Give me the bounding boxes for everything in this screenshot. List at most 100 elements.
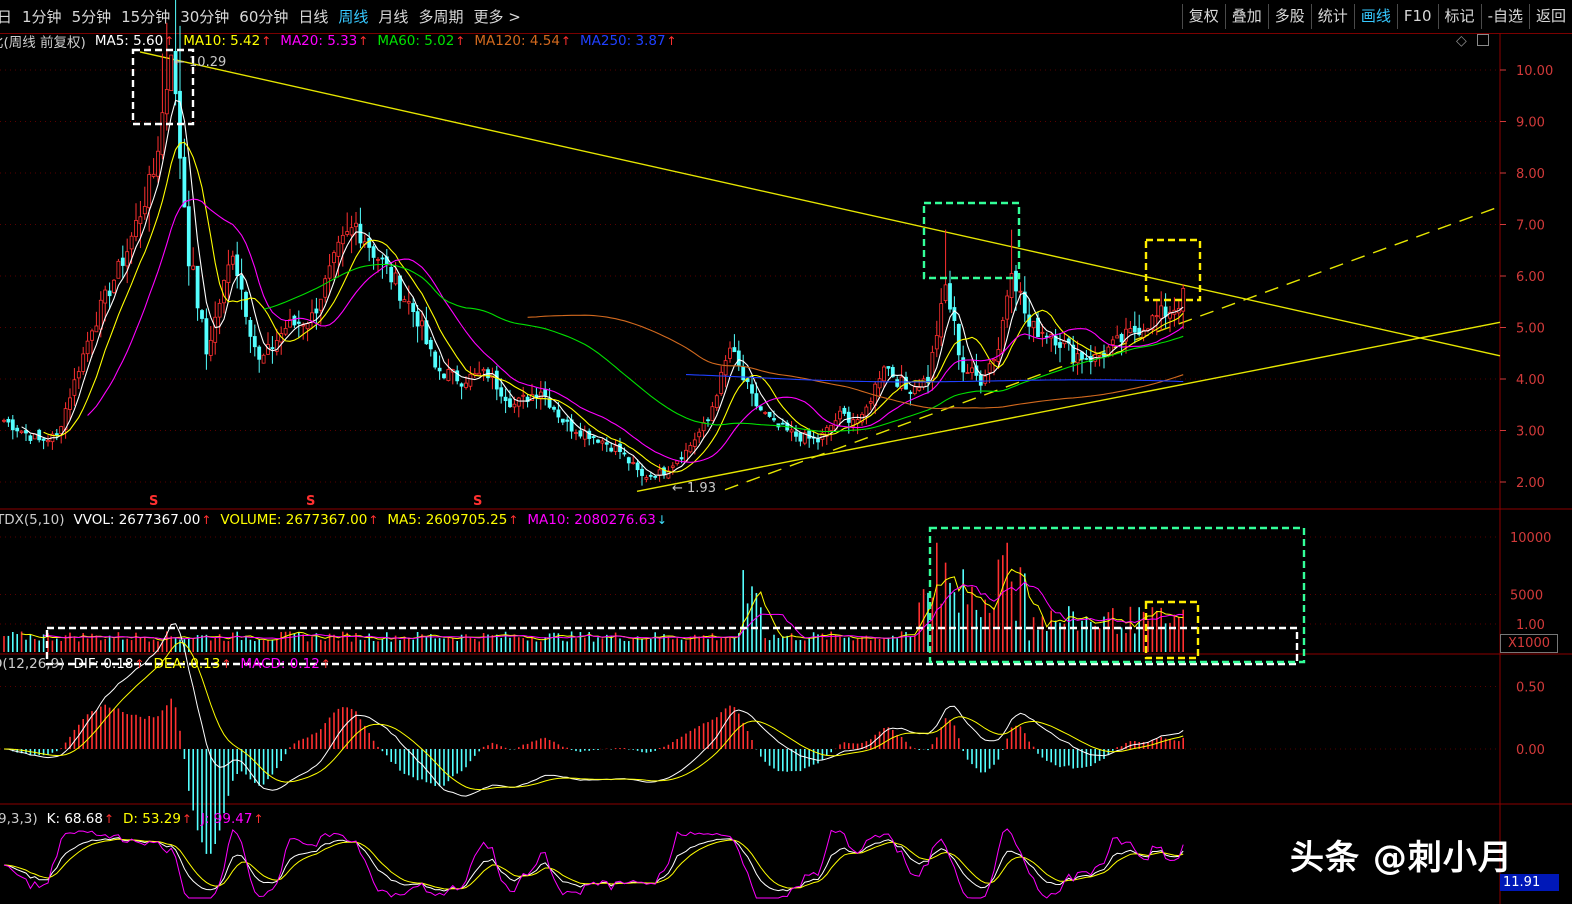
- candle-body: [754, 393, 759, 407]
- candle-body: [358, 223, 363, 244]
- candle-body: [296, 321, 301, 324]
- candle-body: [164, 89, 169, 115]
- candle-body: [323, 278, 328, 298]
- candle-body: [332, 252, 336, 264]
- candle-body: [336, 241, 341, 257]
- candle-body: [6, 418, 11, 423]
- candle-body: [204, 318, 209, 355]
- volume-legend-item-0: TDX(5,10): [0, 512, 65, 528]
- price-tick-label-6: 4.00: [1516, 373, 1545, 388]
- candle-body: [292, 315, 297, 326]
- candle-body: [895, 379, 900, 387]
- candle-body: [609, 447, 614, 452]
- candle-body: [1115, 335, 1120, 339]
- trend-arrow-icon: ↑: [455, 34, 466, 48]
- candle-body: [252, 336, 257, 348]
- candle-body: [697, 431, 702, 438]
- candle-body: [428, 339, 433, 350]
- price-tick-label-1: 9.00: [1516, 116, 1545, 131]
- candle-body: [1036, 317, 1040, 338]
- candle-body: [402, 299, 407, 303]
- price-legend-item-1: MA10: 5.42↑: [183, 33, 272, 49]
- window-icon[interactable]: [1477, 34, 1490, 46]
- candle-body: [560, 418, 565, 423]
- candle-body: [446, 369, 451, 381]
- candle-body: [1000, 320, 1005, 353]
- trend-arrow-icon: ↑: [368, 513, 379, 527]
- candle-body: [398, 275, 402, 301]
- candle-body: [772, 418, 776, 421]
- candle-body: [85, 340, 90, 355]
- candle-body: [120, 257, 125, 266]
- candle-body: [846, 411, 851, 423]
- candle-body: [129, 235, 134, 250]
- trend-arrow-icon: ↑: [253, 812, 264, 826]
- candle-body: [644, 477, 649, 480]
- candle-body: [371, 246, 376, 258]
- price-legend-item-0: MA5: 5.60↑: [94, 33, 175, 49]
- kdj-legend-item-2: D: 53.29↑: [123, 811, 192, 827]
- candle-body: [46, 440, 50, 443]
- candle-body: [19, 430, 24, 434]
- candle-body: [134, 220, 138, 238]
- price-legend-item-5: MA250: 3.87↑: [579, 33, 677, 49]
- candle-body: [411, 303, 416, 313]
- candle-body: [1119, 334, 1124, 343]
- candle-body: [868, 401, 873, 404]
- trend-arrow-icon: ↑: [666, 34, 677, 48]
- candle-body: [481, 368, 486, 372]
- candle-body: [983, 375, 988, 384]
- candle-body: [147, 174, 152, 209]
- candle-body: [631, 462, 636, 464]
- volume-legend-item-2: VOLUME: 2677367.00↑: [220, 512, 379, 528]
- kdj-legend-item-0: 9,3,3): [0, 811, 38, 827]
- ma10-line: [43, 141, 1184, 473]
- macd-tick-label-1: 0.50: [1516, 681, 1545, 696]
- price-tick-label-5: 5.00: [1516, 322, 1545, 337]
- price-tick-label-3: 7.00: [1516, 219, 1545, 234]
- candle-body: [90, 330, 94, 341]
- candle-body: [543, 388, 548, 396]
- candle-body: [195, 265, 200, 309]
- candle-body: [1075, 353, 1080, 364]
- candle-body: [248, 319, 253, 337]
- candle-body: [556, 409, 561, 418]
- candle-body: [54, 433, 59, 436]
- candle-body: [670, 465, 675, 468]
- candle-body: [10, 419, 15, 431]
- volume-unit-label: X1000: [1500, 634, 1558, 653]
- dividend-marker-1: S: [306, 494, 315, 509]
- candle-body: [477, 372, 482, 376]
- candle-body: [156, 150, 160, 177]
- candle-body: [692, 439, 697, 447]
- candle-body: [28, 435, 33, 441]
- candle-body: [728, 347, 732, 359]
- stock-chart[interactable]: 10.00 9.00 8.00 7.00 6.00 5.00 4.00 3.00 2.00 100…: [0, 0, 1572, 904]
- candle-body: [732, 347, 737, 353]
- price-legend: 比(周线 前复权) MA5: 5.60↑ MA10: 5.42↑ MA20: 5.3…: [0, 31, 695, 51]
- macd-legend-item-3: MACD: 0.12↑: [240, 656, 331, 672]
- candle-body: [354, 222, 358, 228]
- diamond-icon[interactable]: ◇: [1456, 33, 1467, 49]
- candle-body: [970, 367, 974, 373]
- candle-body: [948, 283, 952, 310]
- candle-body: [217, 302, 222, 318]
- candle-body: [912, 386, 917, 395]
- volume-legend-item-4: MA10: 2080276.63↓: [527, 512, 667, 528]
- candle-body: [406, 301, 411, 304]
- candle-body: [640, 468, 644, 476]
- candle-body: [213, 316, 218, 343]
- candle-body: [367, 237, 372, 248]
- candle-body: [596, 439, 600, 443]
- candle-body: [829, 424, 834, 431]
- candle-body: [1058, 342, 1062, 348]
- candle-body: [340, 234, 345, 245]
- candle-body: [389, 266, 394, 283]
- candle-body: [200, 310, 204, 319]
- kdj-legend-item-1: K: 68.68↑: [46, 811, 115, 827]
- candle-body: [882, 366, 886, 382]
- price-tick-label-2: 8.00: [1516, 167, 1545, 182]
- candle-body: [908, 391, 913, 395]
- candle-body: [107, 290, 112, 297]
- candle-body: [679, 457, 684, 460]
